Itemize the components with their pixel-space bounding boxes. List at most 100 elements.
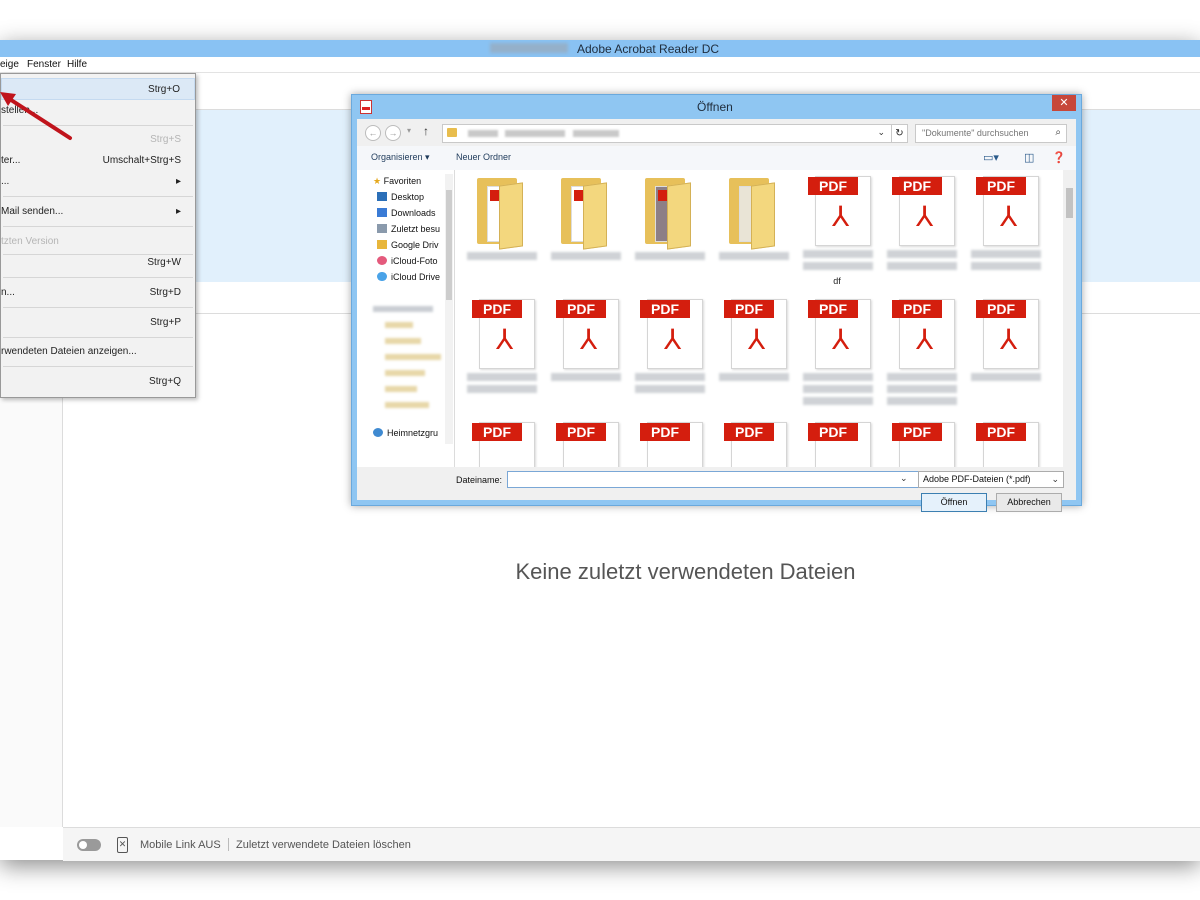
menu-item-revert: tzten Version bbox=[1, 236, 59, 247]
nav-scrollbar[interactable] bbox=[445, 174, 453, 444]
pdf-file-item[interactable]: PDF ⅄ bbox=[967, 170, 1043, 290]
open-dialog: Öffnen ✕ ← → ▾ ↑ ⌄ ↻ ⌕ Organisieren ▾ bbox=[351, 94, 1082, 512]
pdf-file-icon: PDF bbox=[892, 422, 955, 467]
back-icon[interactable]: ← bbox=[365, 125, 381, 141]
menu-help[interactable]: Hilfe bbox=[67, 59, 87, 70]
menu-item-print[interactable]: Strg+P bbox=[1, 312, 195, 334]
pdf-file-item[interactable]: PDF ⅄ df bbox=[799, 170, 875, 290]
icloud-drive-icon bbox=[377, 272, 387, 281]
menu-window[interactable]: Fenster bbox=[27, 59, 61, 70]
pdf-file-icon: PDF bbox=[640, 422, 703, 467]
new-folder-button[interactable]: Neuer Ordner bbox=[456, 152, 511, 162]
menu-bar: eige Fenster Hilfe bbox=[0, 57, 1200, 73]
mobile-link-toggle[interactable] bbox=[77, 839, 101, 851]
pdf-file-item[interactable]: PDF bbox=[631, 416, 707, 467]
pdf-file-icon: PDF bbox=[724, 422, 787, 467]
pdf-file-item[interactable]: PDF ⅄ bbox=[967, 293, 1043, 413]
pdf-file-icon: PDF bbox=[976, 422, 1039, 467]
forward-icon[interactable]: → bbox=[385, 125, 401, 141]
pdf-file-item[interactable]: PDF ⅄ bbox=[631, 293, 707, 413]
pdf-file-item[interactable]: PDF bbox=[799, 416, 875, 467]
recent-locations-icon[interactable]: ▾ bbox=[407, 126, 411, 135]
folder-item[interactable] bbox=[463, 170, 539, 290]
close-icon[interactable]: ✕ bbox=[1052, 95, 1076, 111]
clear-recent-link[interactable]: Zuletzt verwendete Dateien löschen bbox=[236, 839, 411, 851]
menu-item-recent[interactable]: rwendeten Dateien anzeigen... bbox=[1, 341, 195, 363]
pdf-file-icon: PDF ⅄ bbox=[808, 299, 871, 369]
pdf-file-icon: PDF ⅄ bbox=[640, 299, 703, 369]
refresh-icon[interactable]: ↻ bbox=[891, 124, 908, 143]
nav-item-homegroup[interactable]: Heimnetzgru bbox=[373, 428, 443, 444]
organize-button[interactable]: Organisieren ▾ bbox=[371, 152, 430, 163]
file-type-select[interactable]: Adobe PDF-Dateien (*.pdf) ⌄ bbox=[918, 471, 1064, 488]
pdf-file-icon: PDF ⅄ bbox=[556, 299, 619, 369]
pdf-file-item[interactable]: PDF bbox=[547, 416, 623, 467]
menu-item-exit[interactable]: Strg+Q bbox=[1, 371, 195, 393]
pdf-file-icon: PDF ⅄ bbox=[976, 176, 1039, 246]
address-bar[interactable]: ⌄ bbox=[442, 124, 892, 143]
folder-item[interactable] bbox=[547, 170, 623, 290]
pdf-file-item[interactable]: PDF bbox=[883, 416, 959, 467]
nav-item-icloud-drive[interactable]: iCloud Drive bbox=[377, 272, 447, 288]
blurred-filename bbox=[490, 43, 568, 53]
pdf-app-icon bbox=[360, 100, 372, 114]
menu-item-properties[interactable]: n... Strg+D bbox=[1, 282, 195, 304]
menu-view[interactable]: eige bbox=[0, 59, 19, 70]
cancel-button[interactable]: Abbrechen bbox=[996, 493, 1062, 512]
star-icon: ★ bbox=[373, 176, 382, 186]
pdf-file-icon: PDF ⅄ bbox=[976, 299, 1039, 369]
pdf-file-item[interactable]: PDF ⅄ bbox=[463, 293, 539, 413]
menu-item-submenu[interactable]: ... ▸ bbox=[1, 171, 195, 193]
window-title: Adobe Acrobat Reader DC bbox=[577, 42, 720, 56]
view-options-icon[interactable]: ▭▾ bbox=[983, 151, 999, 164]
favorites-header[interactable]: ★ Favoriten bbox=[373, 176, 443, 192]
search-box: ⌕ bbox=[915, 124, 1067, 143]
pdf-file-icon: PDF ⅄ bbox=[472, 299, 535, 369]
nav-item-downloads[interactable]: Downloads bbox=[377, 208, 447, 224]
pdf-file-item[interactable]: PDF ⅄ bbox=[547, 293, 623, 413]
pdf-file-item[interactable]: PDF bbox=[715, 416, 791, 467]
help-icon[interactable]: ❓ bbox=[1052, 151, 1066, 164]
menu-item-save-as[interactable]: ter... Umschalt+Strg+S bbox=[1, 150, 195, 172]
pdf-file-icon: PDF ⅄ bbox=[892, 299, 955, 369]
open-button[interactable]: Öffnen bbox=[921, 493, 987, 512]
icloud-photos-icon bbox=[377, 256, 387, 265]
pdf-file-icon: PDF ⅄ bbox=[724, 299, 787, 369]
address-row: ← → ▾ ↑ ⌄ ↻ ⌕ bbox=[357, 119, 1076, 145]
menu-item-close[interactable]: Strg+W bbox=[1, 252, 195, 274]
folder-item[interactable] bbox=[715, 170, 791, 290]
title-bar: Adobe Acrobat Reader DC bbox=[0, 40, 1200, 57]
empty-recent-message: Keine zuletzt verwendeten Dateien bbox=[515, 559, 856, 584]
submenu-arrow-icon: ▸ bbox=[175, 206, 181, 217]
file-list-scrollbar[interactable] bbox=[1063, 170, 1076, 467]
pdf-file-item[interactable]: PDF ⅄ bbox=[715, 293, 791, 413]
nav-item-desktop[interactable]: Desktop bbox=[377, 192, 447, 208]
pdf-file-item[interactable]: PDF ⅄ bbox=[883, 170, 959, 290]
filename-input[interactable] bbox=[507, 471, 919, 488]
up-icon[interactable]: ↑ bbox=[423, 124, 429, 138]
mobile-link-label: Mobile Link AUS bbox=[140, 839, 221, 851]
nav-item-recent[interactable]: Zuletzt besu bbox=[377, 224, 447, 240]
search-input[interactable] bbox=[916, 125, 1047, 140]
search-icon[interactable]: ⌕ bbox=[1055, 127, 1061, 138]
dialog-footer: Dateiname: ⌄ Adobe PDF-Dateien (*.pdf) ⌄ … bbox=[357, 467, 1076, 512]
dialog-title: Öffnen bbox=[697, 100, 733, 114]
pdf-file-item[interactable]: PDF bbox=[967, 416, 1043, 467]
nav-item-google-drive[interactable]: Google Driv bbox=[377, 240, 447, 256]
chevron-down-icon: ⌄ bbox=[1051, 474, 1059, 484]
command-bar: Organisieren ▾ Neuer Ordner ▭▾ ◫ ❓ bbox=[357, 146, 1076, 171]
folder-item[interactable] bbox=[631, 170, 707, 290]
menu-item-send-mail[interactable]: Mail senden... ▸ bbox=[1, 201, 195, 223]
pdf-file-item[interactable]: PDF ⅄ bbox=[799, 293, 875, 413]
pdf-file-item[interactable]: PDF bbox=[463, 416, 539, 467]
preview-pane-icon[interactable]: ◫ bbox=[1024, 151, 1034, 164]
recent-places-icon bbox=[377, 224, 387, 233]
downloads-icon bbox=[377, 208, 387, 217]
pdf-file-item[interactable]: PDF ⅄ bbox=[883, 293, 959, 413]
chevron-down-icon[interactable]: ⌄ bbox=[900, 473, 908, 484]
nav-item-icloud-photos[interactable]: iCloud-Foto bbox=[377, 256, 447, 272]
pdf-file-icon: PDF bbox=[472, 422, 535, 467]
dialog-body: ← → ▾ ↑ ⌄ ↻ ⌕ Organisieren ▾ Neuer Ordne… bbox=[357, 119, 1076, 512]
phone-icon: ✕ bbox=[117, 837, 128, 853]
folder-icon bbox=[477, 178, 529, 250]
